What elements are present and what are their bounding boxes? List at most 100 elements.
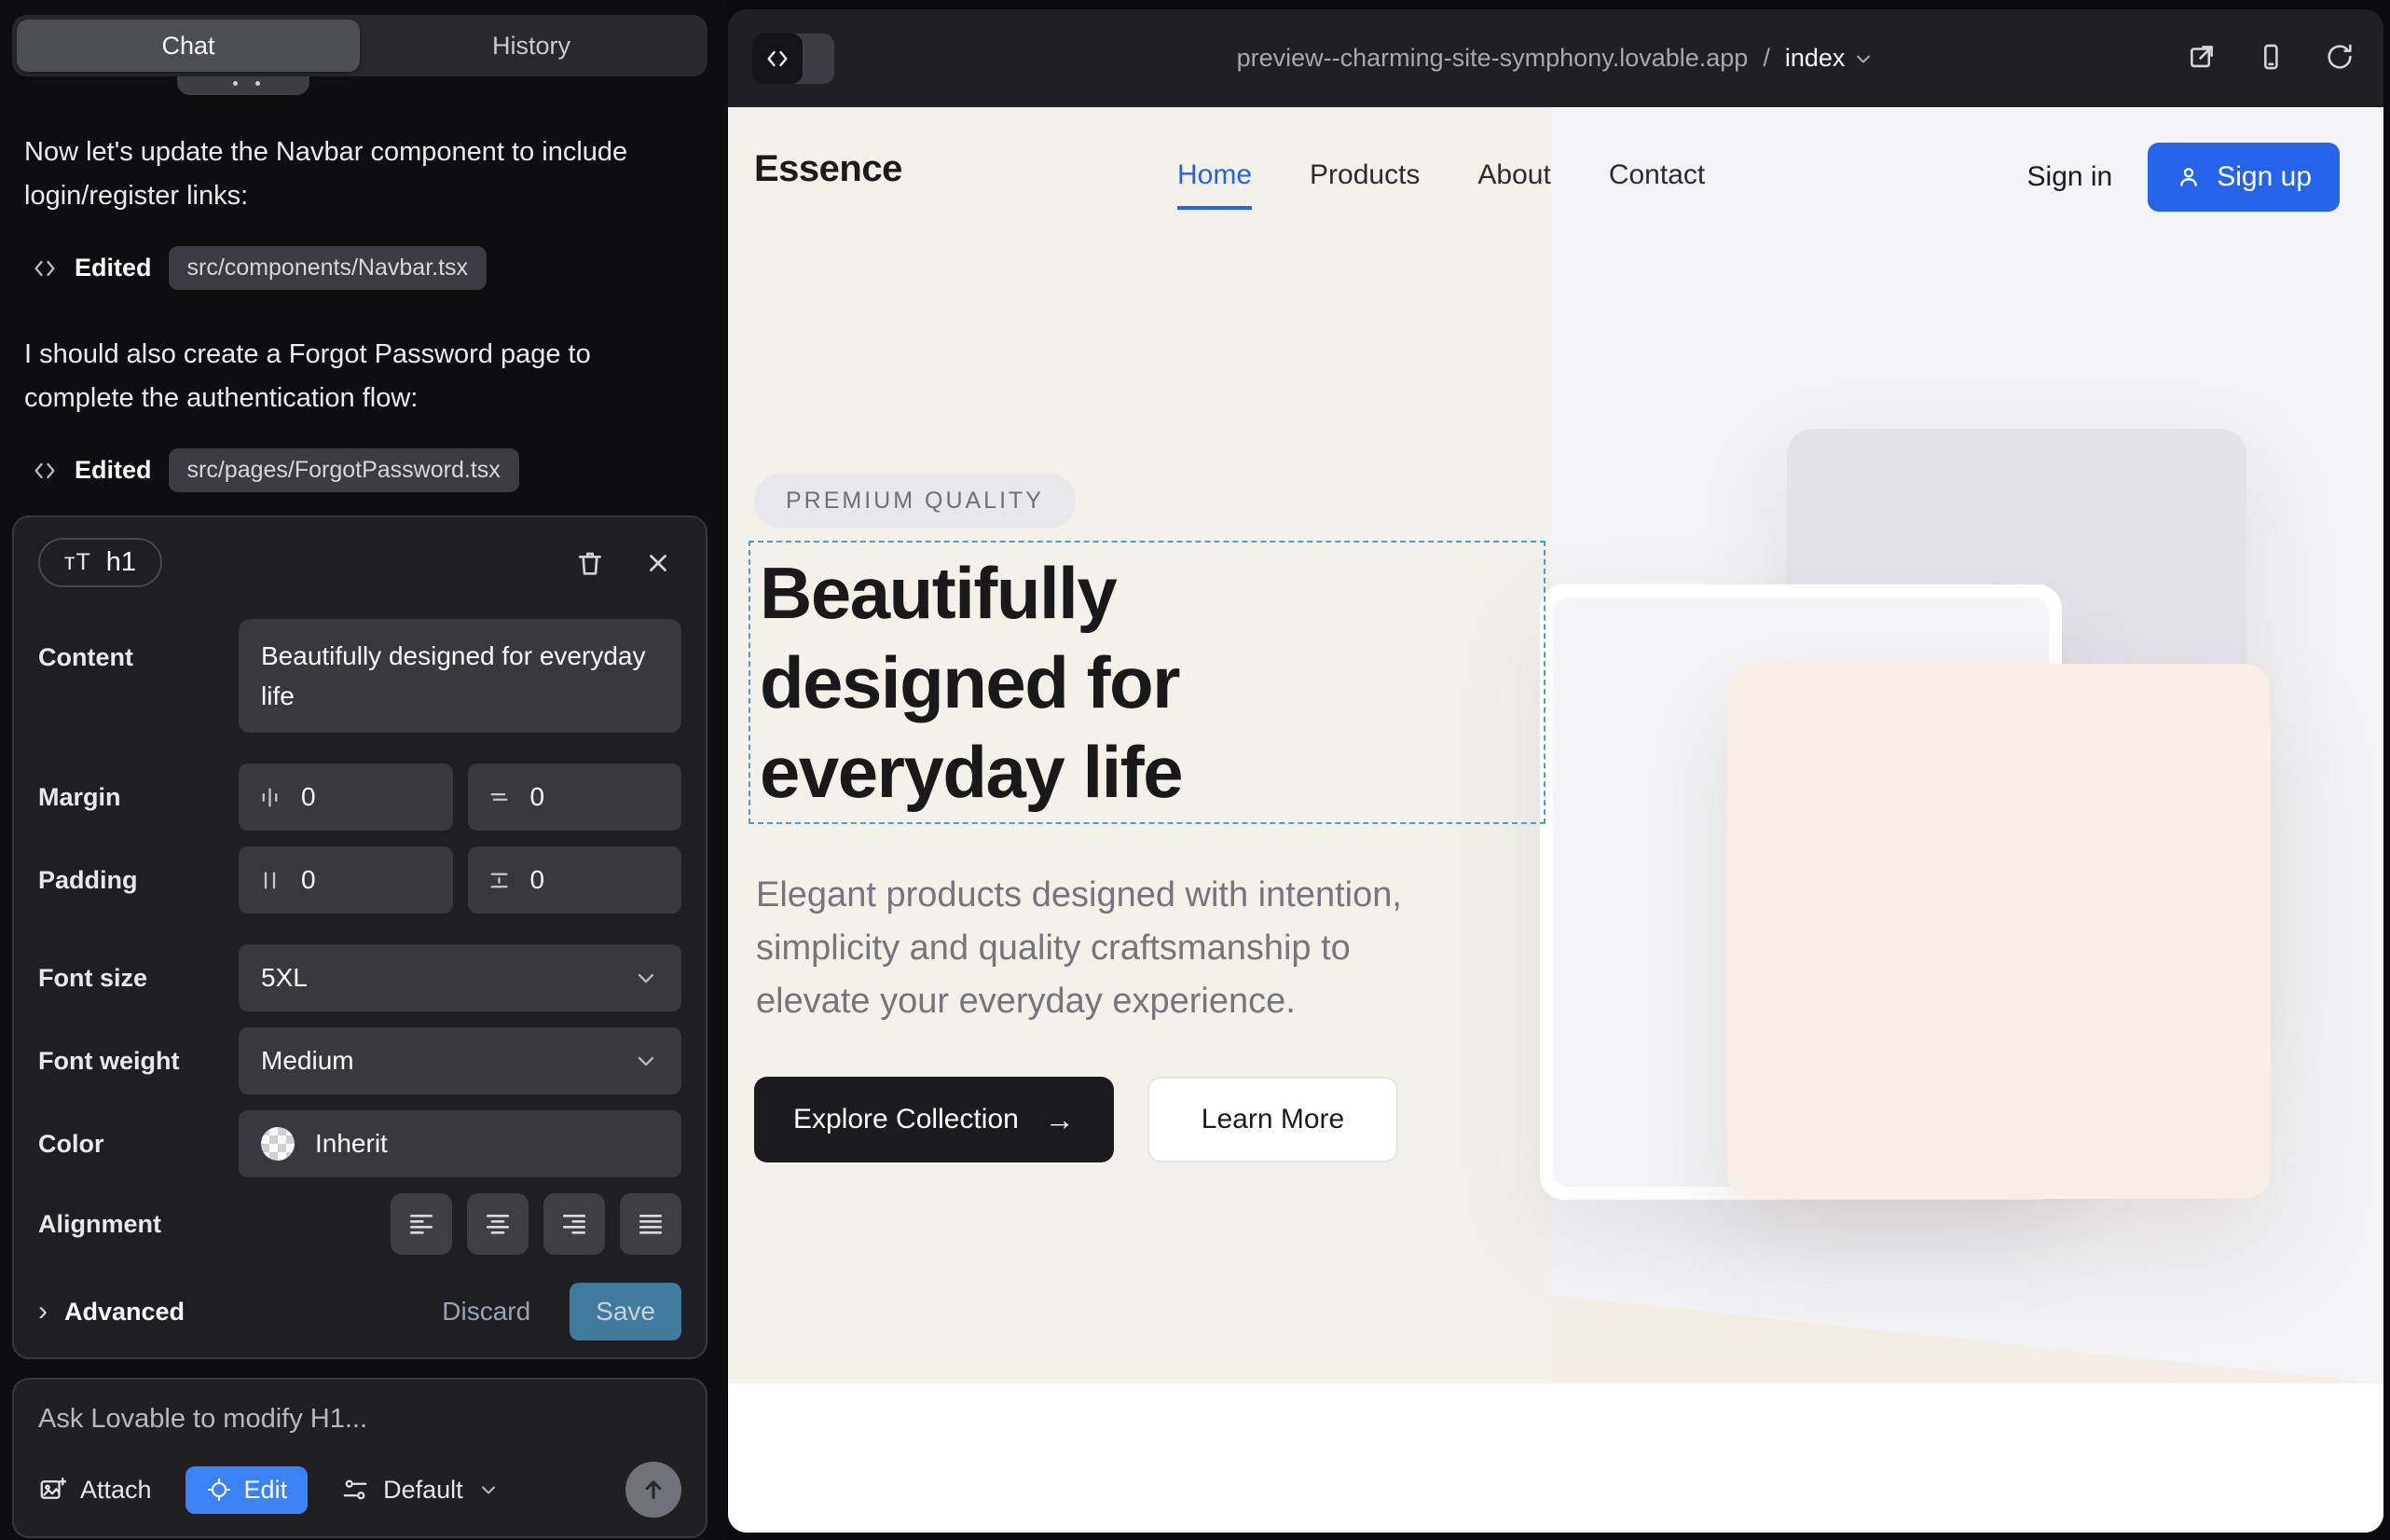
font-weight-value: Medium <box>261 1046 354 1076</box>
preview-window: preview--charming-site-symphony.lovable.… <box>728 9 2383 1533</box>
trash-icon[interactable] <box>575 548 605 578</box>
advanced-label: Advanced <box>64 1298 185 1327</box>
learn-more-label: Learn More <box>1202 1104 1344 1135</box>
nav-links: Home Products About Contact <box>1177 159 1705 210</box>
margin-y-value: 0 <box>530 782 545 812</box>
nav-link-about[interactable]: About <box>1477 159 1550 210</box>
content-input[interactable]: Beautifully designed for everyday life <box>239 619 681 733</box>
file-chip[interactable]: src/components/Navbar.tsx <box>169 246 488 290</box>
margin-x-value: 0 <box>301 782 316 812</box>
nav-link-home[interactable]: Home <box>1177 159 1252 210</box>
sign-in-link[interactable]: Sign in <box>2027 161 2113 193</box>
explore-collection-button[interactable]: Explore Collection → <box>754 1077 1114 1162</box>
arrow-up-icon <box>639 1476 667 1504</box>
target-icon <box>206 1477 232 1503</box>
open-external-icon[interactable] <box>2186 41 2218 73</box>
chat-composer[interactable]: Ask Lovable to modify H1... Attach Edit … <box>12 1378 707 1538</box>
preview-toolbar: preview--charming-site-symphony.lovable.… <box>728 9 2383 107</box>
selected-element-tag: h1 <box>106 547 136 578</box>
nav-link-contact[interactable]: Contact <box>1609 159 1705 210</box>
sign-up-label: Sign up <box>2217 161 2312 193</box>
code-icon <box>764 46 790 72</box>
edited-file-row: Edited src/components/Navbar.tsx <box>32 246 701 290</box>
margin-y-input[interactable]: 0 <box>468 763 682 831</box>
element-editor-panel: тT h1 Content Beautifully designed for e… <box>12 516 707 1359</box>
padding-x-input[interactable]: 0 <box>239 846 453 914</box>
align-justify-button[interactable] <box>620 1193 681 1255</box>
align-right-button[interactable] <box>543 1193 605 1255</box>
color-select[interactable]: Inherit <box>239 1110 681 1177</box>
edit-label: Edit <box>244 1476 288 1505</box>
chevron-down-icon <box>1852 48 1875 70</box>
tab-history[interactable]: History <box>360 20 703 72</box>
edited-file-row: Edited src/pages/ForgotPassword.tsx <box>32 448 701 492</box>
mobile-view-icon[interactable] <box>2255 41 2287 73</box>
advanced-toggle[interactable]: › Advanced <box>38 1296 185 1327</box>
margin-x-input[interactable]: 0 <box>239 763 453 831</box>
sliders-icon <box>341 1476 369 1504</box>
text-tool-icon: тT <box>64 549 91 576</box>
hero-paragraph-line: elevate your everyday experience. <box>756 975 1402 1028</box>
explore-collection-label: Explore Collection <box>793 1104 1019 1135</box>
align-center-icon <box>483 1209 513 1239</box>
alignment-label: Alignment <box>38 1210 239 1239</box>
default-label: Default <box>383 1476 463 1505</box>
margin-horizontal-icon <box>257 785 282 810</box>
tab-chat[interactable]: Chat <box>17 20 360 72</box>
url-domain: preview--charming-site-symphony.lovable.… <box>1237 44 1749 73</box>
file-chip[interactable]: src/pages/ForgotPassword.tsx <box>169 448 519 492</box>
hero-heading-line: designed for <box>760 638 1544 727</box>
padding-x-value: 0 <box>301 865 316 895</box>
attach-image-icon <box>38 1476 66 1504</box>
learn-more-button[interactable]: Learn More <box>1147 1077 1398 1162</box>
refresh-icon[interactable] <box>2324 41 2356 73</box>
h1-selection-outline[interactable]: Beautifully designed for everyday life <box>749 541 1545 824</box>
edit-mode-button[interactable]: Edit <box>185 1466 309 1514</box>
padding-y-value: 0 <box>530 865 545 895</box>
color-swatch-checker <box>261 1127 295 1161</box>
assistant-message: I should also create a Forgot Password p… <box>24 333 701 420</box>
hero-badge: PREMIUM QUALITY <box>754 474 1076 529</box>
selected-element-chip[interactable]: тT h1 <box>38 538 162 587</box>
hero-heading-line: everyday life <box>760 727 1544 817</box>
align-left-icon <box>406 1209 436 1239</box>
sign-up-button[interactable]: Sign up <box>2148 143 2340 212</box>
margin-label: Margin <box>38 783 239 812</box>
font-weight-select[interactable]: Medium <box>239 1027 681 1094</box>
default-mode-select[interactable]: Default <box>341 1476 500 1505</box>
send-button[interactable] <box>625 1462 681 1518</box>
composer-placeholder[interactable]: Ask Lovable to modify H1... <box>38 1404 681 1435</box>
cream-wedge-decoration <box>1550 1295 2383 1383</box>
site-navbar: Essence Home Products About Contact Sign… <box>728 107 2383 256</box>
url-separator: / <box>1763 44 1770 73</box>
code-icon <box>32 255 58 282</box>
font-size-select[interactable]: 5XL <box>239 944 681 1011</box>
attach-button[interactable]: Attach <box>38 1476 152 1505</box>
hero-heading-line: Beautifully <box>760 548 1544 638</box>
code-preview-toggle[interactable] <box>752 34 834 84</box>
code-icon <box>32 458 58 484</box>
close-icon[interactable] <box>644 549 672 577</box>
chevron-right-icon: › <box>38 1296 48 1327</box>
save-button[interactable]: Save <box>570 1283 681 1341</box>
color-label: Color <box>38 1130 239 1159</box>
chevron-down-icon <box>633 1048 659 1074</box>
align-left-button[interactable] <box>391 1193 452 1255</box>
padding-vertical-icon <box>487 868 512 893</box>
chat-messages: Now let's update the Navbar component to… <box>24 131 701 535</box>
discard-button[interactable]: Discard <box>442 1297 530 1327</box>
assistant-message: Now let's update the Navbar component to… <box>24 131 701 218</box>
site-logo[interactable]: Essence <box>754 148 902 190</box>
edited-label: Edited <box>75 456 152 485</box>
chevron-down-icon <box>633 965 659 991</box>
padding-y-input[interactable]: 0 <box>468 846 682 914</box>
nav-link-products[interactable]: Products <box>1310 159 1420 210</box>
padding-label: Padding <box>38 866 239 895</box>
hero-heading[interactable]: Beautifully designed for everyday life <box>760 548 1544 817</box>
url-bar[interactable]: preview--charming-site-symphony.lovable.… <box>1237 44 1875 73</box>
hero-paragraph-line: Elegant products designed with intention… <box>756 869 1402 922</box>
arrow-right-icon: → <box>1045 1103 1075 1137</box>
color-value: Inherit <box>315 1129 388 1159</box>
align-center-button[interactable] <box>467 1193 529 1255</box>
code-view-segment[interactable] <box>752 34 803 84</box>
